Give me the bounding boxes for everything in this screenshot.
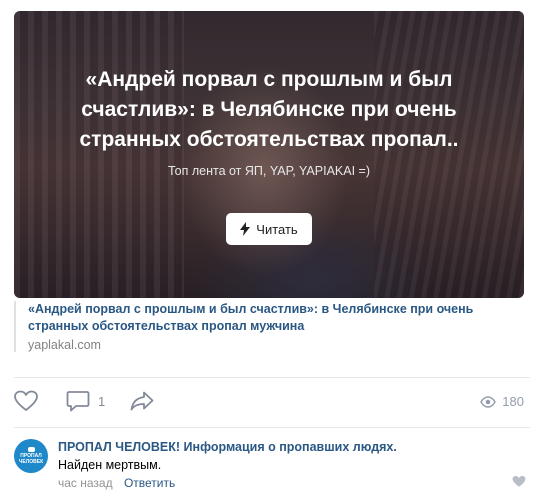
comment-author[interactable]: ПРОПАЛ ЧЕЛОВЕК! Информация о пропавших л… bbox=[58, 440, 397, 454]
comment-like-button[interactable] bbox=[512, 475, 526, 493]
views-counter: 180 bbox=[480, 394, 524, 409]
share-icon bbox=[130, 391, 154, 411]
article-card[interactable]: «Андрей порвал с прошлым и был счастлив»… bbox=[14, 11, 524, 298]
actions-divider bbox=[14, 377, 530, 378]
post-actions: 1 180 bbox=[14, 390, 524, 418]
article-link-title[interactable]: «Андрей порвал с прошлым и был счастлив»… bbox=[28, 301, 524, 335]
comment-meta: час назад Ответить bbox=[58, 476, 175, 490]
comments-divider bbox=[14, 427, 530, 428]
article-domain[interactable]: yaplakal.com bbox=[28, 338, 524, 352]
article-overlay-title: «Андрей порвал с прошлым и был счастлив»… bbox=[79, 68, 459, 151]
comment-icon bbox=[66, 391, 90, 412]
avatar-text: ПРОПАЛ ЧЕЛОВЕК bbox=[18, 453, 44, 465]
comment-time[interactable]: час назад bbox=[58, 476, 113, 490]
article-overlay-source: Топ лента от ЯП, YAP, YAPIAKAI =) bbox=[167, 164, 370, 178]
comment-text: Найден мертвым. bbox=[58, 458, 162, 472]
read-button[interactable]: Читать bbox=[226, 213, 312, 245]
comment-button[interactable]: 1 bbox=[66, 390, 105, 412]
heart-icon bbox=[14, 390, 38, 411]
reply-link[interactable]: Ответить bbox=[124, 476, 175, 490]
share-button[interactable] bbox=[130, 390, 154, 412]
views-count: 180 bbox=[502, 394, 524, 409]
heart-icon bbox=[512, 475, 526, 487]
comment-count: 1 bbox=[98, 393, 106, 409]
avatar[interactable]: ПРОПАЛ ЧЕЛОВЕК bbox=[14, 439, 48, 473]
read-button-label: Читать bbox=[256, 221, 298, 237]
avatar-logo-icon bbox=[27, 447, 35, 452]
eye-icon bbox=[480, 395, 497, 408]
article-link-block[interactable]: «Андрей порвал с прошлым и был счастлив»… bbox=[14, 301, 524, 352]
comment-item: ПРОПАЛ ЧЕЛОВЕК ПРОПАЛ ЧЕЛОВЕК! Информаци… bbox=[14, 437, 530, 497]
lightning-icon bbox=[240, 222, 251, 236]
like-button[interactable] bbox=[14, 390, 38, 412]
